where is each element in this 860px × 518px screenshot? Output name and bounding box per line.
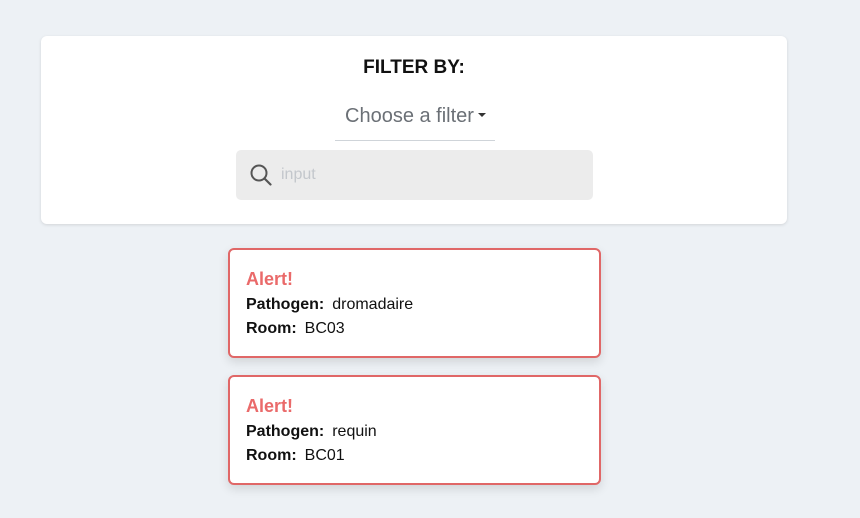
caret-down-icon — [478, 113, 486, 117]
pathogen-value: dromadaire — [332, 296, 414, 313]
search-box[interactable] — [236, 150, 593, 200]
alert-title: Alert! — [246, 269, 294, 289]
filter-dropdown[interactable]: Choose a filter — [335, 95, 495, 141]
alert-room-row: Room: BC03 — [246, 317, 599, 341]
room-value: BC03 — [304, 320, 345, 337]
search-icon — [250, 164, 272, 186]
alert-card: Alert! Pathogen: requin Room: BC01 — [228, 375, 601, 485]
filter-dropdown-label: Choose a filter — [345, 105, 474, 127]
filter-panel: FILTER BY: Choose a filter — [41, 36, 787, 224]
search-input[interactable] — [281, 158, 581, 192]
alert-pathogen-row: Pathogen: requin — [246, 420, 599, 444]
alert-card: Alert! Pathogen: dromadaire Room: BC03 — [228, 248, 601, 358]
room-label: Room: — [246, 320, 297, 337]
alert-title: Alert! — [246, 396, 294, 416]
alert-pathogen-row: Pathogen: dromadaire — [246, 293, 599, 317]
pathogen-label: Pathogen: — [246, 296, 325, 313]
filter-title: FILTER BY: — [363, 57, 465, 78]
pathogen-label: Pathogen: — [246, 423, 325, 440]
alert-room-row: Room: BC01 — [246, 444, 599, 468]
pathogen-value: requin — [332, 423, 377, 440]
room-label: Room: — [246, 447, 297, 464]
room-value: BC01 — [304, 447, 345, 464]
